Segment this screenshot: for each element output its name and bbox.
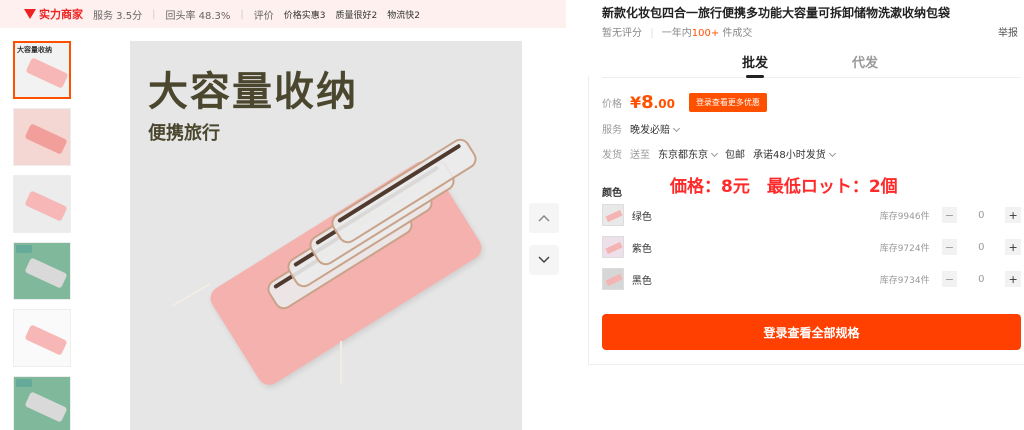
minus-button[interactable]: − [941, 207, 958, 223]
color-swatch[interactable] [602, 268, 624, 290]
color-option-row: 绿色 库存9946件 − 0 + [602, 202, 1021, 228]
more-discount-button[interactable]: 登录查看更多优惠 [688, 93, 767, 112]
thumbnail-product [25, 57, 69, 89]
price-label: 价格 [602, 99, 622, 110]
stock-count: 库存9946件 [879, 211, 930, 222]
free-shipping: 包邮 [725, 150, 745, 161]
service-score: 服务 3.5分 [93, 10, 143, 22]
divider: | [240, 8, 244, 20]
product-info-panel: 新款化妆包四合一旅行便携多功能大容量可拆卸储物洗漱收纳包袋 暂无评分 | 一年内… [588, 0, 1024, 430]
image-subline: 便携旅行 [148, 123, 220, 144]
thumbnail-product [24, 123, 68, 155]
thumbnail-tag [16, 245, 32, 253]
overlay-annotation: 価格：8元 最低ロット：2個 [670, 177, 898, 197]
review-tag[interactable]: 质量很好2 [336, 8, 378, 21]
service-value: 晚发必赔 [630, 125, 670, 136]
product-meta: 暂无评分 | 一年内100+ 件成交 [602, 24, 752, 39]
sold-count: 100+ [691, 28, 720, 39]
minus-button[interactable]: − [941, 271, 958, 287]
drawstring [171, 283, 211, 307]
service-row: 服务 晚发必赔 [602, 121, 681, 136]
price-value: ¥8.00 [630, 92, 675, 113]
plus-button[interactable]: + [1005, 271, 1021, 287]
thumbnail-5[interactable] [13, 309, 71, 367]
rating-label: 评价 [253, 10, 274, 22]
carousel-up-button[interactable] [529, 203, 559, 233]
color-name: 紫色 [631, 243, 652, 255]
currency-symbol: ¥ [630, 93, 642, 112]
thumbnail-1[interactable]: 大容量收纳 [13, 41, 71, 99]
review-tag[interactable]: 物流快2 [387, 8, 420, 21]
thumbnail-tag [16, 379, 32, 387]
panel-border [588, 76, 589, 364]
color-option-row: 紫色 库存9724件 − 0 + [602, 234, 1021, 260]
report-link[interactable]: 举报 [998, 24, 1018, 39]
color-swatch[interactable] [602, 236, 624, 258]
view-all-specs-button[interactable]: 登录查看全部规格 [602, 314, 1021, 350]
shop-info-bar: 实力商家 服务 3.5分 | 回头率 48.3% | 评价 价格实惠3 质量很好… [0, 0, 566, 28]
shop-badge-icon [24, 9, 36, 19]
repurchase-rate: 回头率 48.3% [165, 10, 231, 22]
thumbnail-6[interactable] [13, 376, 71, 430]
destination-value: 东京都东京 [658, 150, 708, 161]
tab-wholesale[interactable]: 批发 [742, 52, 768, 78]
color-option-row: 黑色 库存9734件 − 0 + [602, 266, 1021, 292]
color-swatch[interactable] [602, 204, 624, 226]
color-label: 颜色 [602, 188, 622, 199]
rating-status: 暂无评分 [602, 28, 642, 39]
thumbnail-3[interactable] [13, 175, 71, 233]
thumbnail-list: 大容量收纳 [13, 41, 73, 430]
shipping-row: 发货 送至 东京都东京 包邮 承诺48小时发货 [602, 146, 836, 161]
stock-count: 库存9734件 [879, 275, 930, 286]
shipping-promise-dropdown[interactable]: 承诺48小时发货 [753, 146, 836, 161]
destination-dropdown[interactable]: 东京都东京 [658, 146, 719, 161]
chevron-down-icon [710, 149, 719, 158]
thumbnail-2[interactable] [13, 108, 71, 166]
shipping-promise: 承诺48小时发货 [753, 150, 826, 161]
review-tag[interactable]: 价格实惠3 [284, 8, 326, 21]
sold-prefix: 一年内 [661, 28, 692, 39]
thumbnail-product [24, 190, 68, 222]
product-title: 新款化妆包四合一旅行便携多功能大容量可拆卸储物洗漱收纳包袋 [602, 6, 951, 20]
divider: | [152, 8, 156, 20]
drawstring [340, 341, 342, 385]
color-name: 绿色 [631, 211, 652, 223]
plus-button[interactable]: + [1005, 239, 1021, 255]
shop-badge[interactable]: 实力商家 [24, 6, 83, 22]
chevron-down-icon [672, 124, 681, 133]
divider: | [650, 28, 654, 39]
chevron-up-icon [538, 214, 550, 222]
quantity-input[interactable]: 0 [957, 274, 1005, 285]
panel-border [588, 364, 1024, 365]
thumbnail-product [24, 324, 68, 356]
tab-dropship[interactable]: 代发 [852, 52, 878, 71]
price-decimal: .00 [653, 97, 675, 111]
thumbnail-4[interactable] [13, 242, 71, 300]
thumbnail-product [24, 391, 68, 423]
shop-badge-label: 实力商家 [39, 8, 83, 21]
image-headline: 大容量收纳 [148, 69, 358, 115]
sold-suffix: 件成交 [719, 28, 753, 39]
minus-button[interactable]: − [941, 239, 958, 255]
service-label: 服务 [602, 125, 622, 136]
stock-count: 库存9724件 [879, 243, 930, 254]
shipping-to: 送至 [630, 150, 650, 161]
shipping-label: 发货 [602, 150, 622, 161]
color-name: 黑色 [631, 275, 652, 287]
service-dropdown[interactable]: 晚发必赔 [630, 121, 681, 136]
order-tabs: 批发 代发 [602, 46, 1021, 78]
price-integer: 8 [641, 92, 654, 113]
plus-button[interactable]: + [1005, 207, 1021, 223]
price-row: 价格 ¥8.00 登录查看更多优惠 [602, 92, 767, 113]
main-product-image[interactable]: 大容量收纳 便携旅行 [130, 41, 522, 430]
chevron-down-icon [538, 256, 550, 264]
quantity-input[interactable]: 0 [957, 210, 1005, 221]
carousel-down-button[interactable] [529, 245, 559, 275]
quantity-input[interactable]: 0 [957, 242, 1005, 253]
thumbnail-caption: 大容量收纳 [17, 46, 52, 54]
chevron-down-icon [828, 149, 836, 158]
thumbnail-product [24, 257, 68, 289]
